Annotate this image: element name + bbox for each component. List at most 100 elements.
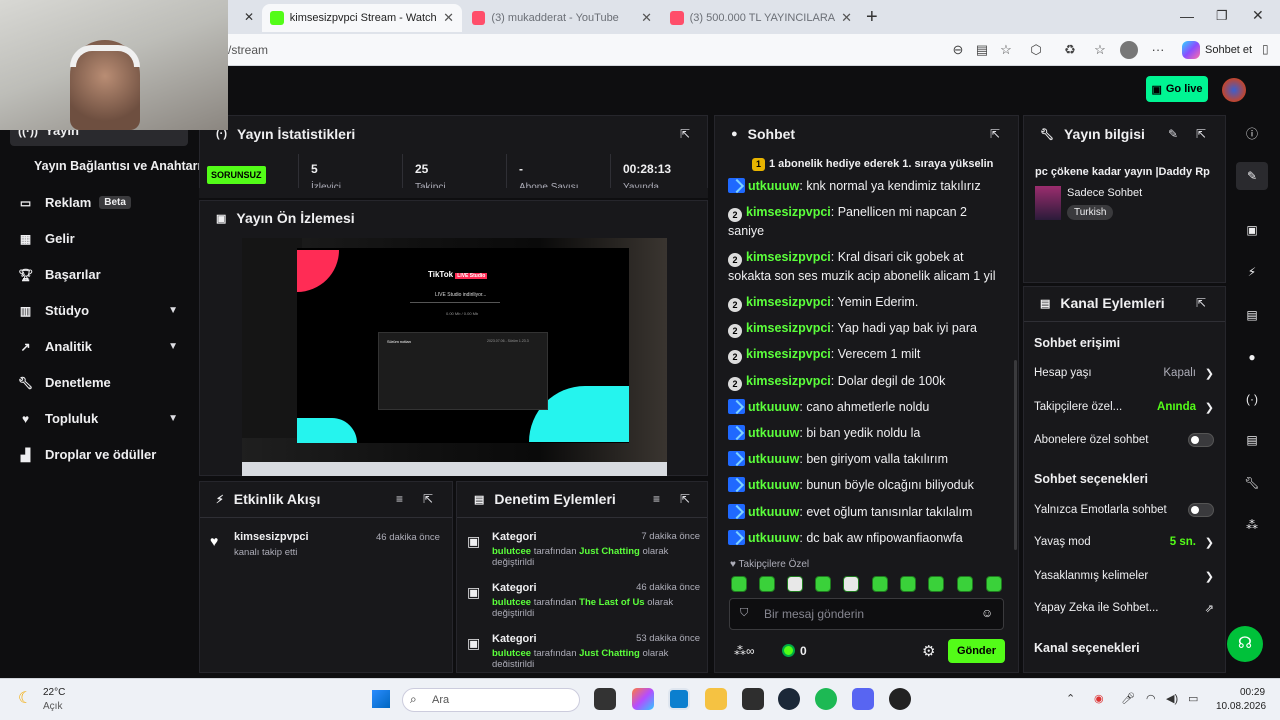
pinned-banner[interactable]: 1 1 abonelik hediye ederek 1. sıraya yüks… bbox=[752, 158, 993, 171]
clock-date[interactable]: 10.08.2026 bbox=[1216, 701, 1266, 712]
chevron-up-icon[interactable]: ⌃ bbox=[1066, 692, 1075, 705]
emote-icon[interactable] bbox=[787, 576, 803, 592]
favorite-star-icon[interactable]: ☆ bbox=[998, 42, 1014, 58]
discord-icon[interactable] bbox=[852, 688, 874, 710]
sidebar-item-topluluk[interactable]: ♥ Topluluk ▼ bbox=[18, 411, 188, 426]
app-icon[interactable] bbox=[889, 688, 911, 710]
sidebar-item-gelir[interactable]: ▦ Gelir bbox=[18, 231, 188, 246]
tab-youtube-1[interactable]: (3) mukadderat - YouTube ✕ bbox=[464, 4, 660, 32]
tab-kick-stream[interactable]: kimsesizpvpci Stream - Watch Live ✕ bbox=[262, 4, 462, 32]
weather-temp[interactable]: 22°C bbox=[43, 687, 65, 698]
maximize-icon[interactable]: ❐ bbox=[1216, 8, 1228, 24]
close-icon[interactable]: ✕ bbox=[244, 10, 254, 24]
edge-icon[interactable] bbox=[668, 688, 690, 710]
send-button[interactable]: Gönder bbox=[948, 639, 1005, 663]
popout-icon[interactable]: ⇱ bbox=[680, 492, 690, 506]
emote-only-toggle[interactable] bbox=[1188, 503, 1214, 517]
performance-icon[interactable]: ♻ bbox=[1062, 42, 1078, 58]
copilot-label[interactable]: Sohbet et bbox=[1205, 44, 1252, 56]
support-headset-icon[interactable]: ☊ bbox=[1227, 626, 1263, 662]
sidebar-item-reklam[interactable]: ▭ Reklam Beta bbox=[18, 195, 188, 210]
chat-username[interactable]: kimsesizpvpci bbox=[746, 321, 831, 335]
chat-bubble-icon[interactable]: ● bbox=[1240, 345, 1264, 369]
broadcast-icon[interactable]: (·) bbox=[1240, 387, 1264, 411]
battery-icon[interactable]: ▭ bbox=[1188, 692, 1198, 705]
emote-icon[interactable] bbox=[731, 576, 747, 592]
chat-username[interactable]: kimsesizpvpci bbox=[746, 374, 831, 388]
url-field[interactable]: /stream bbox=[228, 43, 268, 57]
tab-youtube-2[interactable]: (3) 500.000 TL YAYINCILARA BAĞI ✕ bbox=[662, 4, 860, 32]
chat-username[interactable]: utkuuuw bbox=[748, 426, 799, 440]
subs-only-toggle[interactable] bbox=[1188, 433, 1214, 447]
modaction-user[interactable]: bulutcee bbox=[492, 597, 531, 608]
emote-icon[interactable] bbox=[957, 576, 973, 592]
filter-icon[interactable]: ≡ bbox=[653, 492, 660, 506]
sidebar-item-basarilar[interactable]: 🏆︎ Başarılar bbox=[18, 267, 188, 282]
emote-icon[interactable] bbox=[872, 576, 888, 592]
modaction-game[interactable]: The Last of Us bbox=[579, 597, 644, 608]
chat-username[interactable]: kimsesizpvpci bbox=[746, 205, 831, 219]
edit-pencil-icon[interactable]: ✎ bbox=[1240, 164, 1264, 188]
banned-words-row[interactable]: Yasaklanmış kelimeler ❯ bbox=[1034, 570, 1214, 583]
chat-scrollbar[interactable] bbox=[1014, 360, 1017, 550]
filter-icon[interactable]: ≡ bbox=[396, 492, 403, 506]
sidebar-item-studyo[interactable]: ▥ Stüdyo ▼ bbox=[18, 303, 188, 318]
windows-start-icon[interactable] bbox=[372, 690, 390, 708]
modaction-user[interactable]: bulutcee bbox=[492, 648, 531, 659]
popout-icon[interactable]: ⇱ bbox=[1196, 296, 1206, 310]
extensions-icon[interactable]: ⬡ bbox=[1028, 42, 1044, 58]
zoom-icon[interactable]: ⊖ bbox=[950, 42, 966, 58]
spotify-icon[interactable] bbox=[815, 688, 837, 710]
sidebar-item-droplar[interactable]: ▟ Droplar ve ödüller bbox=[18, 447, 188, 462]
popout-icon[interactable]: ⇱ bbox=[990, 127, 1000, 141]
wifi-icon[interactable]: ◠ bbox=[1146, 692, 1156, 705]
sidebar-item-denetleme[interactable]: 🔧︎ Denetleme bbox=[18, 375, 188, 390]
mic-icon[interactable]: 🎤︎ bbox=[1121, 692, 1135, 705]
chat-username[interactable]: utkuuuw bbox=[748, 531, 799, 545]
chat-username[interactable]: utkuuuw bbox=[748, 179, 799, 193]
info-icon[interactable]: ⓘ bbox=[1240, 122, 1264, 146]
volume-icon[interactable]: ◀) bbox=[1166, 692, 1178, 705]
category-name[interactable]: Sadece Sohbet bbox=[1067, 187, 1142, 199]
activity-user[interactable]: kimsesizpvpci bbox=[234, 531, 309, 543]
close-icon[interactable]: ✕ bbox=[841, 10, 852, 26]
modaction-user[interactable]: bulutcee bbox=[492, 546, 531, 557]
tray-app-icon[interactable]: ◉ bbox=[1094, 692, 1104, 705]
user-avatar[interactable] bbox=[1222, 78, 1246, 102]
chat-username[interactable]: utkuuuw bbox=[748, 478, 799, 492]
emote-icon[interactable] bbox=[986, 576, 1002, 592]
minimize-icon[interactable]: — bbox=[1180, 8, 1194, 24]
close-icon[interactable]: ✕ bbox=[641, 10, 652, 26]
emote-icon[interactable] bbox=[843, 576, 859, 592]
account-age-row[interactable]: Hesap yaşı Kapalı ❯ bbox=[1034, 367, 1214, 380]
sidebar-item-stream-key[interactable]: Yayın Bağlantısı ve Anahtarı bbox=[34, 159, 201, 173]
copilot-icon[interactable] bbox=[1182, 41, 1200, 59]
emote-icon[interactable] bbox=[928, 576, 944, 592]
more-icon[interactable]: ··· bbox=[1150, 42, 1166, 58]
clock-time[interactable]: 00:29 bbox=[1240, 687, 1265, 698]
chat-username[interactable]: utkuuuw bbox=[748, 505, 799, 519]
collections-icon[interactable]: ☆ bbox=[1092, 42, 1108, 58]
sidebar-toggle-icon[interactable]: ▯ bbox=[1262, 42, 1269, 56]
modaction-game[interactable]: Just Chatting bbox=[579, 648, 640, 659]
copilot-app-icon[interactable] bbox=[632, 688, 654, 710]
emote-icon[interactable] bbox=[900, 576, 916, 592]
popout-icon[interactable]: ⇱ bbox=[423, 492, 433, 506]
store-icon[interactable] bbox=[742, 688, 764, 710]
chat-username[interactable]: kimsesizpvpci bbox=[746, 250, 831, 264]
go-live-button[interactable]: ▣ Go live bbox=[1146, 76, 1208, 102]
steam-icon[interactable] bbox=[778, 688, 800, 710]
emote-icon[interactable] bbox=[815, 576, 831, 592]
wrench-icon[interactable]: 🔧︎ bbox=[1240, 471, 1264, 495]
settings-gear-icon[interactable]: ⚙ bbox=[922, 642, 935, 660]
task-view-icon[interactable] bbox=[594, 688, 616, 710]
chat-username[interactable]: utkuuuw bbox=[748, 400, 799, 414]
ai-chat-row[interactable]: Yapay Zeka ile Sohbet... ⇗ bbox=[1034, 602, 1214, 615]
window-close-icon[interactable]: ✕ bbox=[1252, 7, 1264, 24]
camera-icon[interactable]: ▣ bbox=[1240, 218, 1264, 242]
sidebar-item-analitik[interactable]: ↗ Analitik ▼ bbox=[18, 339, 188, 354]
tag-chip[interactable]: Turkish bbox=[1067, 205, 1114, 220]
modaction-game[interactable]: Just Chatting bbox=[579, 546, 640, 557]
edit-pencil-icon[interactable]: ✎ bbox=[1168, 127, 1178, 141]
popout-icon[interactable]: ⇱ bbox=[1196, 127, 1206, 141]
